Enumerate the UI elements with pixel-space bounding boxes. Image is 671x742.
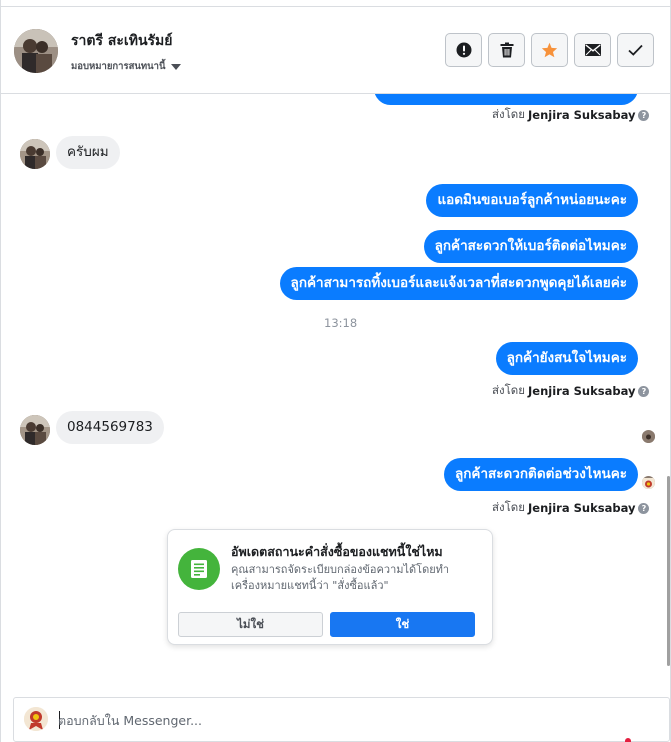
scrollbar[interactable] (667, 476, 670, 666)
contact-avatar[interactable] (14, 29, 58, 73)
trash-icon (500, 42, 513, 58)
contact-avatar-small (20, 415, 50, 445)
notification-dot (625, 738, 631, 742)
info-icon[interactable]: ? (638, 385, 650, 397)
message-timestamp: 13:18 (324, 316, 358, 330)
envelope-icon (584, 44, 601, 56)
message-bubble-outgoing-partial[interactable] (374, 94, 638, 105)
message-bubble-outgoing[interactable]: แอดมินขอเบอร์ลูกค้าหน่อยนะคะ (426, 184, 638, 217)
message-bubble-outgoing[interactable]: ลูกค้าสะดวกให้เบอร์ติดต่อไหมคะ (423, 230, 638, 263)
message-bubble-outgoing[interactable]: ลูกค้าสะดวกติดต่อช่วงไหนคะ (443, 458, 638, 491)
no-button[interactable]: ไม่ใช่ (178, 612, 323, 637)
message-bubble-outgoing[interactable]: ลูกค้ายังสนใจไหมคะ (495, 342, 638, 375)
order-status-prompt-card: อัพเดตสถานะคำสั่งซื้อของแชทนี้ใช่ไหม คุณ… (167, 529, 493, 645)
star-icon (541, 42, 558, 58)
sent-by-label: ส่งโดย Jenjira Suksabay ? (492, 499, 650, 517)
mark-unread-button[interactable] (574, 33, 611, 67)
yes-button[interactable]: ใช่ (330, 612, 475, 637)
prompt-title: อัพเดตสถานะคำสั่งซื้อของแชทนี้ใช่ไหม (231, 544, 443, 559)
mark-done-button[interactable] (617, 33, 654, 67)
star-button[interactable] (531, 33, 568, 67)
message-bubble-incoming[interactable]: ครับผม (56, 136, 120, 169)
spam-button[interactable] (445, 33, 482, 67)
prompt-description: คุณสามารถจัดระเบียบกล่องข้อความได้โดยทำเ… (231, 563, 450, 592)
checkmark-icon (628, 44, 643, 56)
contact-name[interactable]: ราตรี สะเทินรัมย์ (71, 30, 172, 52)
agent-avatar (24, 707, 48, 731)
order-receipt-icon (178, 548, 220, 590)
message-bubble-incoming[interactable]: 0844569783 (56, 411, 164, 444)
reply-composer (13, 697, 670, 742)
assign-label: มอบหมายการสนทนานี้ (71, 61, 166, 72)
seen-receipt-avatar (642, 430, 655, 443)
sender-avatar-small (642, 476, 655, 489)
conversation-header: ราตรี สะเทินรัมย์ มอบหมายการสนทนานี้ (1, 6, 670, 94)
exclamation-icon (456, 42, 471, 58)
contact-avatar-small (20, 139, 50, 169)
message-list[interactable]: ส่งโดย Jenjira Suksabay ? ครับผม แอดมินข… (1, 94, 670, 692)
assign-conversation-dropdown[interactable]: มอบหมายการสนทนานี้ (71, 59, 181, 74)
sent-by-label: ส่งโดย Jenjira Suksabay ? (492, 382, 650, 400)
conversation-panel: ราตรี สะเทินรัมย์ มอบหมายการสนทนานี้ ส่ง… (0, 0, 671, 742)
caret-down-icon (170, 63, 181, 70)
sent-by-label: ส่งโดย Jenjira Suksabay ? (492, 106, 650, 124)
message-bubble-outgoing[interactable]: ลูกค้าสามารถทิ้งเบอร์และแจ้งเวลาที่สะดวก… (279, 267, 638, 300)
info-icon[interactable]: ? (638, 109, 650, 121)
info-icon[interactable]: ? (638, 502, 650, 514)
delete-button[interactable] (488, 33, 525, 67)
reply-input[interactable] (58, 706, 618, 734)
